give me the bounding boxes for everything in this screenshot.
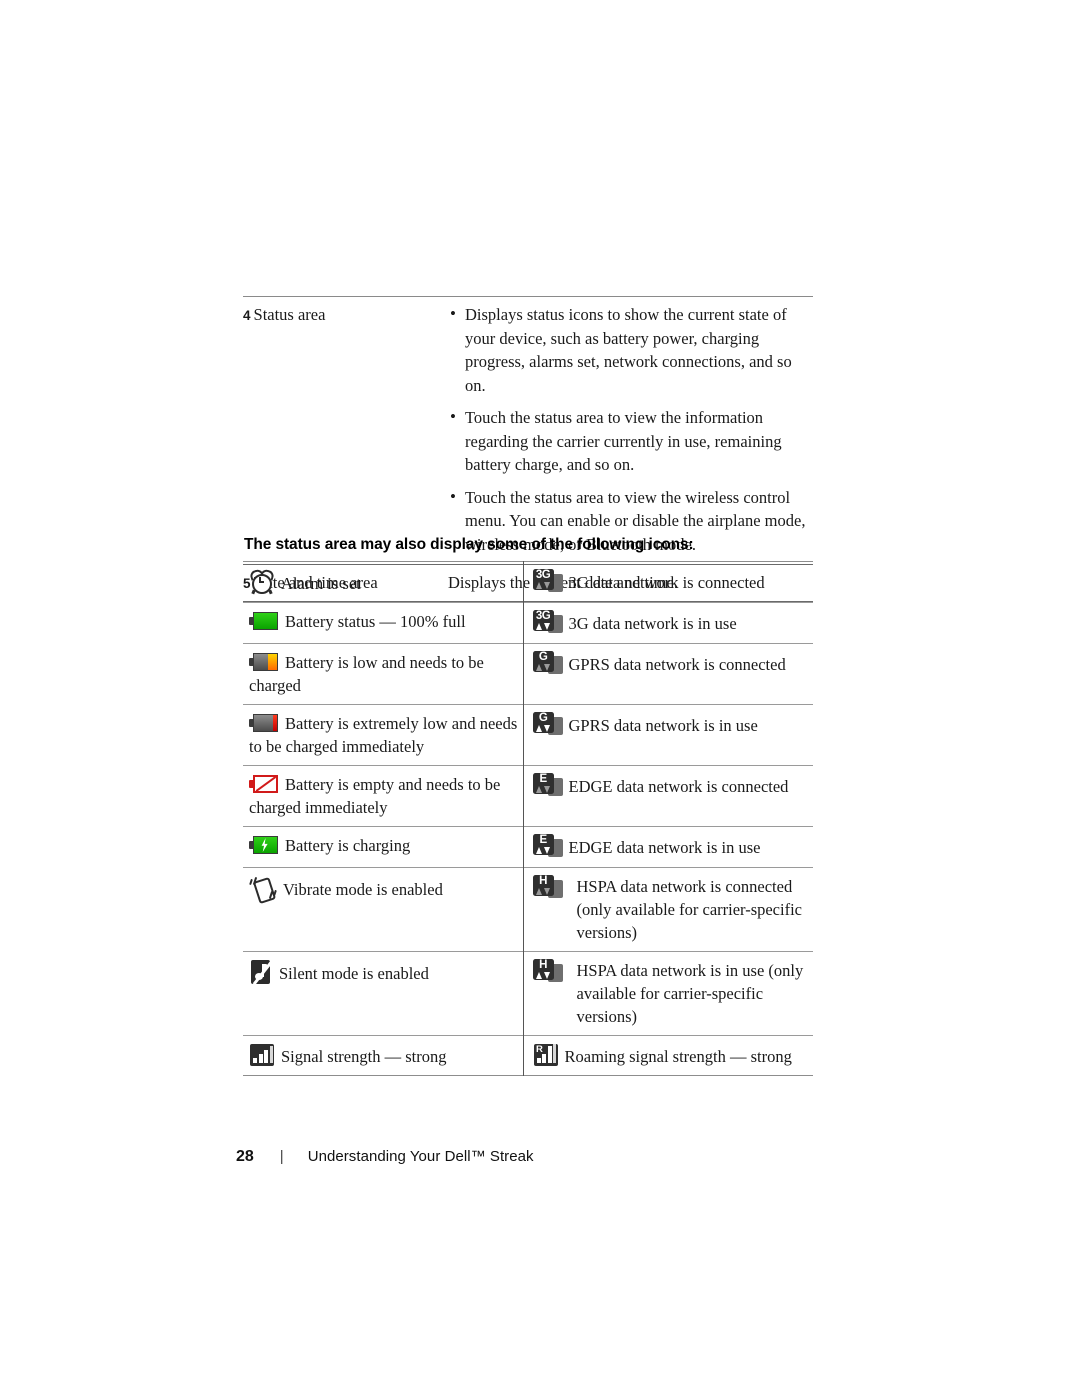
3g-in-use-icon: 3G [532, 610, 563, 636]
legend-cell-hspa-connected: H HSPA data network is connected (only a… [522, 867, 813, 952]
legend-text: Battery is charging [285, 836, 411, 855]
legend-cell-battery-critical: Battery is extremely low and needs to be… [243, 705, 523, 766]
table-row: Battery is low and needs to be charged G… [243, 643, 813, 705]
legend-text: HSPA data network is in use (only availa… [576, 961, 804, 1026]
legend-text: GPRS data network is in use [568, 716, 758, 735]
feature-description-cell: Displays status icons to show the curren… [448, 297, 813, 565]
legend-text: Battery is empty and needs to be charged… [249, 775, 501, 817]
list-item: Touch the status area to view the inform… [448, 405, 813, 477]
legend-text: EDGE data network is in use [568, 838, 761, 857]
legend-cell-gprs-connected: G GPRS data network is connected [522, 643, 813, 705]
legend-cell-3g-in-use: 3G 3G data network is in use [522, 602, 813, 644]
status-icon-legend-table: Alarm is set 3G 3G data network is conne… [243, 561, 813, 1076]
legend-cell-battery-empty: Battery is empty and needs to be charged… [243, 766, 523, 827]
legend-text: HSPA data network is connected (only ava… [576, 877, 803, 942]
gprs-in-use-icon: G [532, 712, 563, 738]
feature-description-table: 4Status area Displays status icons to sh… [243, 296, 813, 602]
legend-text: Silent mode is enabled [279, 964, 429, 983]
legend-text: Battery is extremely low and needs to be… [249, 714, 518, 756]
battery-low-icon [249, 653, 279, 671]
legend-cell-edge-connected: E EDGE data network is connected [522, 765, 813, 827]
signal-strength-icon [249, 1043, 275, 1067]
legend-cell-battery-low: Battery is low and needs to be charged [243, 644, 523, 705]
legend-text: GPRS data network is connected [568, 655, 786, 674]
battery-critical-icon [249, 714, 279, 732]
list-item: Displays status icons to show the curren… [448, 302, 813, 397]
legend-text: Alarm is set [281, 574, 361, 593]
silent-mode-icon [249, 959, 273, 985]
3g-connected-icon: 3G [532, 569, 563, 595]
table-row: Alarm is set 3G 3G data network is conne… [243, 561, 813, 603]
table-row: Battery status — 100% full 3G 3G data ne… [243, 602, 813, 644]
legend-text: Battery is low and needs to be charged [249, 653, 484, 695]
legend-cell-battery-full: Battery status — 100% full [243, 603, 523, 644]
table-row: Battery is charging E EDGE data network … [243, 826, 813, 868]
table-row: Silent mode is enabled H HSPA data netwo… [243, 951, 813, 1036]
edge-in-use-icon: E [532, 834, 563, 860]
table-row: 4Status area Displays status icons to sh… [243, 296, 813, 565]
footer-separator: | [279, 1148, 284, 1165]
legend-cell-gprs-in-use: G GPRS data network is in use [522, 704, 813, 766]
legend-cell-silent: Silent mode is enabled [243, 952, 523, 1036]
gprs-connected-icon: G [532, 651, 563, 677]
edge-connected-icon: E [532, 773, 563, 799]
legend-cell-3g-connected: 3G 3G data network is connected [522, 561, 813, 603]
legend-text: 3G data network is in use [568, 614, 737, 633]
legend-text: Vibrate mode is enabled [283, 880, 443, 899]
legend-text: Signal strength — strong [281, 1047, 447, 1066]
table-row: Battery is empty and needs to be charged… [243, 765, 813, 827]
battery-full-icon [249, 612, 279, 630]
vibrate-mode-icon [249, 875, 277, 905]
legend-cell-hspa-in-use: H HSPA data network is in use (only avai… [522, 951, 813, 1036]
alarm-clock-icon [249, 568, 275, 595]
table-row: Vibrate mode is enabled H HSPA data netw… [243, 867, 813, 952]
legend-cell-battery-charging: Battery is charging [243, 827, 523, 868]
manual-page: 4Status area Displays status icons to sh… [0, 0, 1080, 1397]
legend-cell-edge-in-use: E EDGE data network is in use [522, 826, 813, 868]
legend-text: Battery status — 100% full [285, 612, 466, 631]
roaming-signal-strength-icon: R [533, 1043, 559, 1067]
hspa-in-use-icon: H [532, 959, 563, 985]
feature-number: 4 [243, 308, 251, 323]
bullet-list: Displays status icons to show the curren… [448, 302, 813, 556]
legend-text: Roaming signal strength — strong [564, 1047, 792, 1066]
section-heading: The status area may also display some of… [244, 536, 694, 553]
feature-label: Status area [253, 305, 326, 324]
page-footer: 28 | Understanding Your Dell™ Streak [236, 1148, 534, 1166]
legend-cell-signal-strength: Signal strength — strong [243, 1036, 523, 1076]
legend-cell-vibrate: Vibrate mode is enabled [243, 868, 523, 952]
table-row: Signal strength — strong R Roaming signa… [243, 1035, 813, 1076]
page-number: 28 [236, 1148, 254, 1165]
table-row: Battery is extremely low and needs to be… [243, 704, 813, 766]
battery-empty-icon [249, 775, 279, 793]
hspa-connected-icon: H [532, 875, 563, 901]
legend-text: 3G data network is connected [568, 573, 765, 592]
feature-label-cell: 4 Status area [243, 297, 448, 565]
battery-charging-icon [249, 836, 279, 854]
breadcrumb: Understanding Your Dell™ Streak [307, 1148, 534, 1165]
legend-cell-roaming-signal: R Roaming signal strength — strong [522, 1035, 813, 1076]
legend-cell-alarm: Alarm is set [243, 562, 523, 603]
legend-text: EDGE data network is connected [568, 777, 789, 796]
